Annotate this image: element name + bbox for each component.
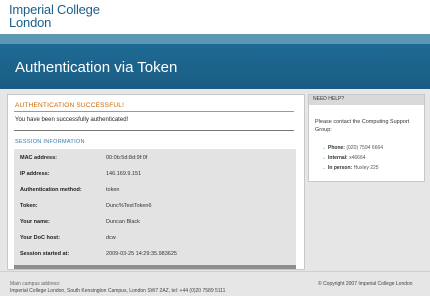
- footer-divider: [0, 271, 430, 272]
- footer-address: Imperial College London, South Kensingto…: [10, 288, 226, 294]
- info-label: Your name:: [20, 219, 50, 225]
- info-value: 2009-03-25 14:29:35.983625: [106, 251, 177, 257]
- info-row-ip: IP address: 146.169.9.151: [14, 168, 296, 182]
- info-row-name: Your name: Duncan Black: [14, 216, 296, 230]
- info-label: Token:: [20, 203, 38, 209]
- info-row-session-start: Session started at: 2009-03-25 14:29:35.…: [14, 248, 296, 262]
- banner-stripe: [0, 34, 430, 44]
- info-row-mac: MAC address: 00:0b:5d:8d:9f:0f: [14, 152, 296, 166]
- footer-address-label: Main campus address:: [10, 281, 61, 287]
- info-label: Authentication method:: [20, 187, 82, 193]
- info-row-token: Token: Dunc%TestToken6: [14, 200, 296, 214]
- imperial-logo[interactable]: Imperial College London: [9, 3, 100, 29]
- auth-result-panel: Authentication successful! You have been…: [7, 94, 305, 270]
- contact-value: x46664: [349, 155, 366, 161]
- logo-line-2: London: [9, 15, 52, 30]
- info-label: MAC address:: [20, 155, 57, 161]
- help-panel-header: Need help?: [309, 95, 424, 105]
- info-value: 00:0b:5d:8d:9f:0f: [106, 155, 148, 161]
- info-value: 146.169.9.151: [106, 171, 142, 177]
- arrow-right-icon: →: [321, 165, 326, 171]
- divider: [14, 111, 294, 112]
- info-row-doc-host: Your DoC host: dcw: [14, 232, 296, 246]
- info-label: Your DoC host:: [20, 235, 60, 241]
- contact-value: Huxley 225: [353, 165, 379, 171]
- contact-internal: → Internal: x46664: [321, 155, 366, 161]
- help-heading: Need help?: [313, 96, 345, 102]
- info-label: Session started at:: [20, 251, 70, 257]
- contact-in-person: → In person: Huxley 225: [321, 165, 379, 171]
- page-banner: Authentication via Token: [0, 44, 430, 89]
- logo-bar: Imperial College London: [0, 0, 430, 34]
- arrow-right-icon: →: [321, 145, 326, 151]
- info-value: Duncan Black: [106, 219, 140, 225]
- info-label: IP address:: [20, 171, 50, 177]
- success-heading: Authentication successful!: [15, 102, 125, 109]
- footer-copyright: © Copyright 2007 Imperial College London: [318, 281, 413, 287]
- contact-value: (020) 7594 6664: [346, 145, 384, 151]
- arrow-right-icon: →: [321, 155, 326, 161]
- contact-label: In person:: [328, 165, 353, 171]
- session-info-table: MAC address: 00:0b:5d:8d:9f:0f IP addres…: [14, 149, 296, 269]
- session-info-heading: Session information: [15, 139, 85, 145]
- help-intro: Please contact the Computing Support Gro…: [315, 119, 410, 133]
- info-value: Dunc%TestToken6: [106, 203, 152, 209]
- success-message: You have been successfully authenticated…: [15, 117, 129, 123]
- contact-label: Phone:: [328, 145, 345, 151]
- contact-label: Internal:: [328, 155, 348, 161]
- info-value: dcw: [106, 235, 116, 241]
- page-title: Authentication via Token: [15, 59, 178, 76]
- divider: [14, 130, 294, 131]
- help-panel: Need help? Please contact the Computing …: [308, 94, 425, 182]
- contact-phone: → Phone: (020) 7594 6664: [321, 145, 383, 151]
- info-row-auth-method: Authentication method: token: [14, 184, 296, 198]
- info-value: token: [106, 187, 120, 193]
